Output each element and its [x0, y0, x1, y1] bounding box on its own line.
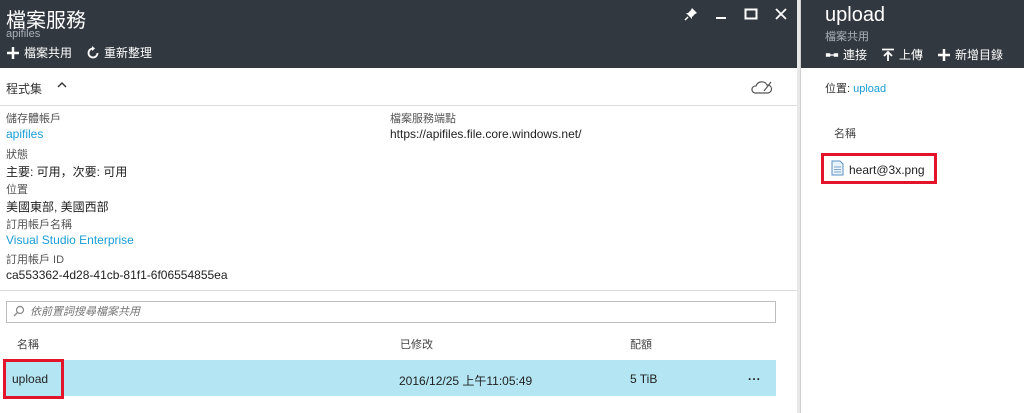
location-breadcrumb: 位置: upload	[825, 80, 886, 96]
storage-account-label: 儲存體帳戶	[6, 113, 61, 125]
column-header-quota[interactable]: 配額	[630, 336, 652, 352]
endpoint-prop: 檔案服務端點 https://apifiles.file.core.window…	[390, 110, 581, 141]
maximize-icon[interactable]	[743, 6, 759, 22]
blade-toolbar: 檔案共用 重新整理	[6, 44, 152, 61]
highlight-box	[821, 153, 937, 184]
upload-button[interactable]: 上傳	[881, 46, 923, 63]
row-modified: 2016/12/25 上午11:05:49	[399, 374, 533, 388]
file-share-toolbar: 連接 上傳 新增目錄	[825, 46, 1003, 63]
storage-account-prop: 儲存體帳戶 apifiles	[6, 110, 61, 141]
upload-label: 上傳	[899, 48, 924, 62]
column-header-modified[interactable]: 已修改	[400, 336, 433, 352]
status-label: 狀態	[6, 149, 28, 161]
subscription-id-value: ca553362-4d28-41cb-81f1-6f06554855ea	[6, 268, 228, 282]
file-share-subtitle: 檔案共用	[825, 31, 869, 43]
refresh-label: 重新整理	[104, 46, 153, 60]
upload-icon	[881, 48, 895, 62]
highlight-box	[3, 359, 64, 399]
cloud-edit-icon[interactable]	[750, 79, 774, 95]
close-icon[interactable]	[773, 6, 789, 22]
new-directory-label: 新增目錄	[955, 48, 1004, 62]
essentials-bar[interactable]: 程式集	[0, 68, 797, 106]
essentials-label: 程式集	[6, 82, 43, 96]
search-box[interactable]	[6, 301, 776, 323]
pin-icon[interactable]	[683, 6, 699, 22]
status-prop: 狀態 主要: 可用，次要: 可用	[6, 146, 127, 180]
subscription-link[interactable]: Visual Studio Enterprise	[6, 233, 134, 247]
table-row[interactable]: upload 2016/12/25 上午11:05:49 5 TiB ...	[6, 360, 776, 396]
plus-icon	[937, 48, 951, 62]
file-share-blade: upload 檔案共用 連接 上傳 新增目錄 位置: upload 名稱 hea…	[800, 0, 1024, 413]
file-service-blade: 檔案服務 apifiles 檔案共用 重新整理 程式集 儲存體帳戶 apifil…	[0, 0, 797, 413]
storage-account-link[interactable]: apifiles	[6, 127, 61, 141]
new-directory-button[interactable]: 新增目錄	[937, 46, 1003, 63]
window-controls	[683, 6, 789, 22]
add-file-share-button[interactable]: 檔案共用	[6, 44, 72, 61]
subscription-label: 訂用帳戶名稱	[6, 219, 72, 231]
chevron-up-icon[interactable]	[56, 79, 68, 94]
location-prop: 位置 美國東部, 美國西部	[6, 181, 109, 215]
search-input[interactable]	[30, 306, 730, 318]
location-link[interactable]: upload	[853, 83, 886, 95]
plus-icon	[6, 46, 20, 60]
subscription-prop: 訂用帳戶名稱 Visual Studio Enterprise	[6, 216, 134, 247]
file-share-title: upload	[825, 4, 886, 26]
status-value: 主要: 可用，次要: 可用	[6, 165, 128, 179]
subscription-id-prop: 訂用帳戶 ID ca553362-4d28-41cb-81f1-6f065548…	[6, 251, 228, 282]
add-file-share-label: 檔案共用	[24, 46, 73, 60]
connect-button[interactable]: 連接	[825, 46, 867, 63]
connect-icon	[825, 48, 839, 62]
column-header-name[interactable]: 名稱	[17, 336, 39, 352]
minimize-icon[interactable]	[713, 6, 729, 22]
location-value: 美國東部, 美國西部	[6, 200, 109, 214]
file-share-header: upload 檔案共用 連接 上傳 新增目錄	[801, 0, 1024, 68]
blade-subtitle: apifiles	[6, 28, 41, 40]
column-header-name[interactable]: 名稱	[834, 125, 856, 141]
blade-header: 檔案服務 apifiles 檔案共用 重新整理	[0, 0, 797, 68]
endpoint-value: https://apifiles.file.core.windows.net/	[390, 127, 582, 141]
location-prefix: 位置:	[825, 83, 851, 95]
refresh-icon	[86, 45, 100, 60]
subscription-id-label: 訂用帳戶 ID	[6, 254, 65, 266]
connect-label: 連接	[843, 48, 868, 62]
more-options-icon[interactable]: ...	[748, 369, 761, 383]
essentials-properties: 儲存體帳戶 apifiles 狀態 主要: 可用，次要: 可用 位置 美國東部,…	[0, 106, 797, 291]
row-quota: 5 TiB	[630, 372, 658, 386]
search-icon	[13, 305, 25, 320]
location-label: 位置	[6, 184, 28, 196]
refresh-button[interactable]: 重新整理	[86, 44, 152, 61]
endpoint-label: 檔案服務端點	[390, 113, 456, 125]
